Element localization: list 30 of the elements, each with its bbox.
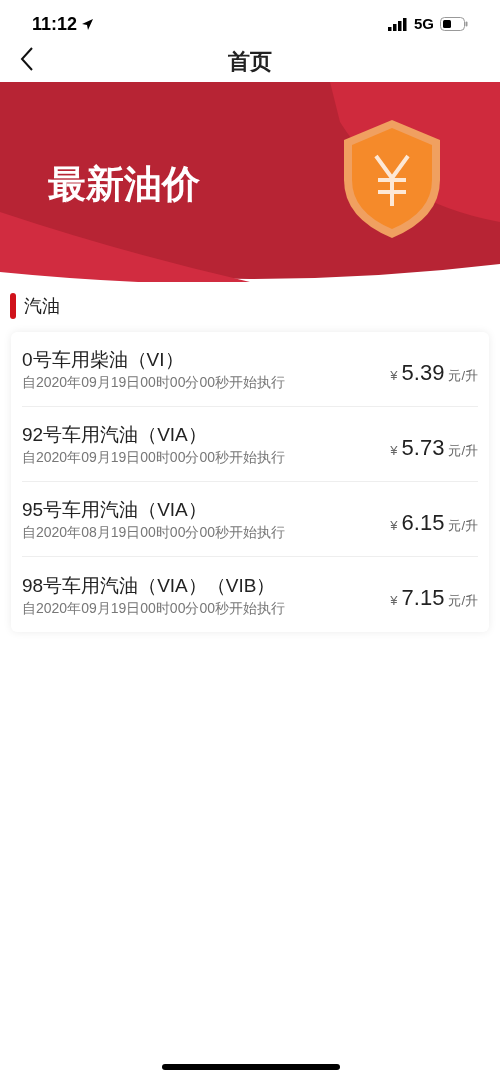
banner-title: 最新油价 <box>48 162 200 207</box>
price-unit: 元/升 <box>448 366 478 385</box>
price-unit: 元/升 <box>448 592 478 610</box>
back-chevron-icon <box>20 46 34 72</box>
fuel-name: 98号车用汽油（VIA）（VIB） <box>22 573 277 598</box>
fuel-name: 0号车用柴油（VI） <box>22 348 185 372</box>
price-unit: 元/升 <box>448 516 478 535</box>
fuel-name: 92号车用汽油（VIA） <box>22 423 208 447</box>
currency-symbol: ¥ <box>390 366 398 385</box>
status-time: 11:12 <box>32 12 78 36</box>
effective-date: 自2020年09月19日00时00分00秒开始执行 <box>22 448 285 466</box>
price-value: 7.15 <box>401 584 445 612</box>
network-label: 5G <box>414 13 434 34</box>
location-arrow-icon <box>81 17 95 31</box>
section-marker <box>10 293 16 319</box>
section-title: 汽油 <box>24 294 60 318</box>
price-value: 6.15 <box>401 508 445 537</box>
price-unit: 元/升 <box>448 441 478 460</box>
signal-icon <box>388 17 408 31</box>
currency-symbol: ¥ <box>390 592 398 610</box>
price-value: 5.73 <box>401 433 445 462</box>
battery-icon <box>440 17 468 31</box>
effective-date: 自2020年09月19日00时00分00秒开始执行 <box>22 598 285 617</box>
currency-symbol: ¥ <box>390 441 398 460</box>
page-title: 首页 <box>228 47 272 76</box>
effective-date: 自2020年09月19日00时00分00秒开始执行 <box>22 373 285 391</box>
fuel-name: 95号车用汽油（VIA） <box>22 498 208 522</box>
price-value: 5.39 <box>401 358 445 387</box>
effective-date: 自2020年08月19日00时00分00秒开始执行 <box>22 523 285 541</box>
currency-symbol: ¥ <box>390 516 398 535</box>
